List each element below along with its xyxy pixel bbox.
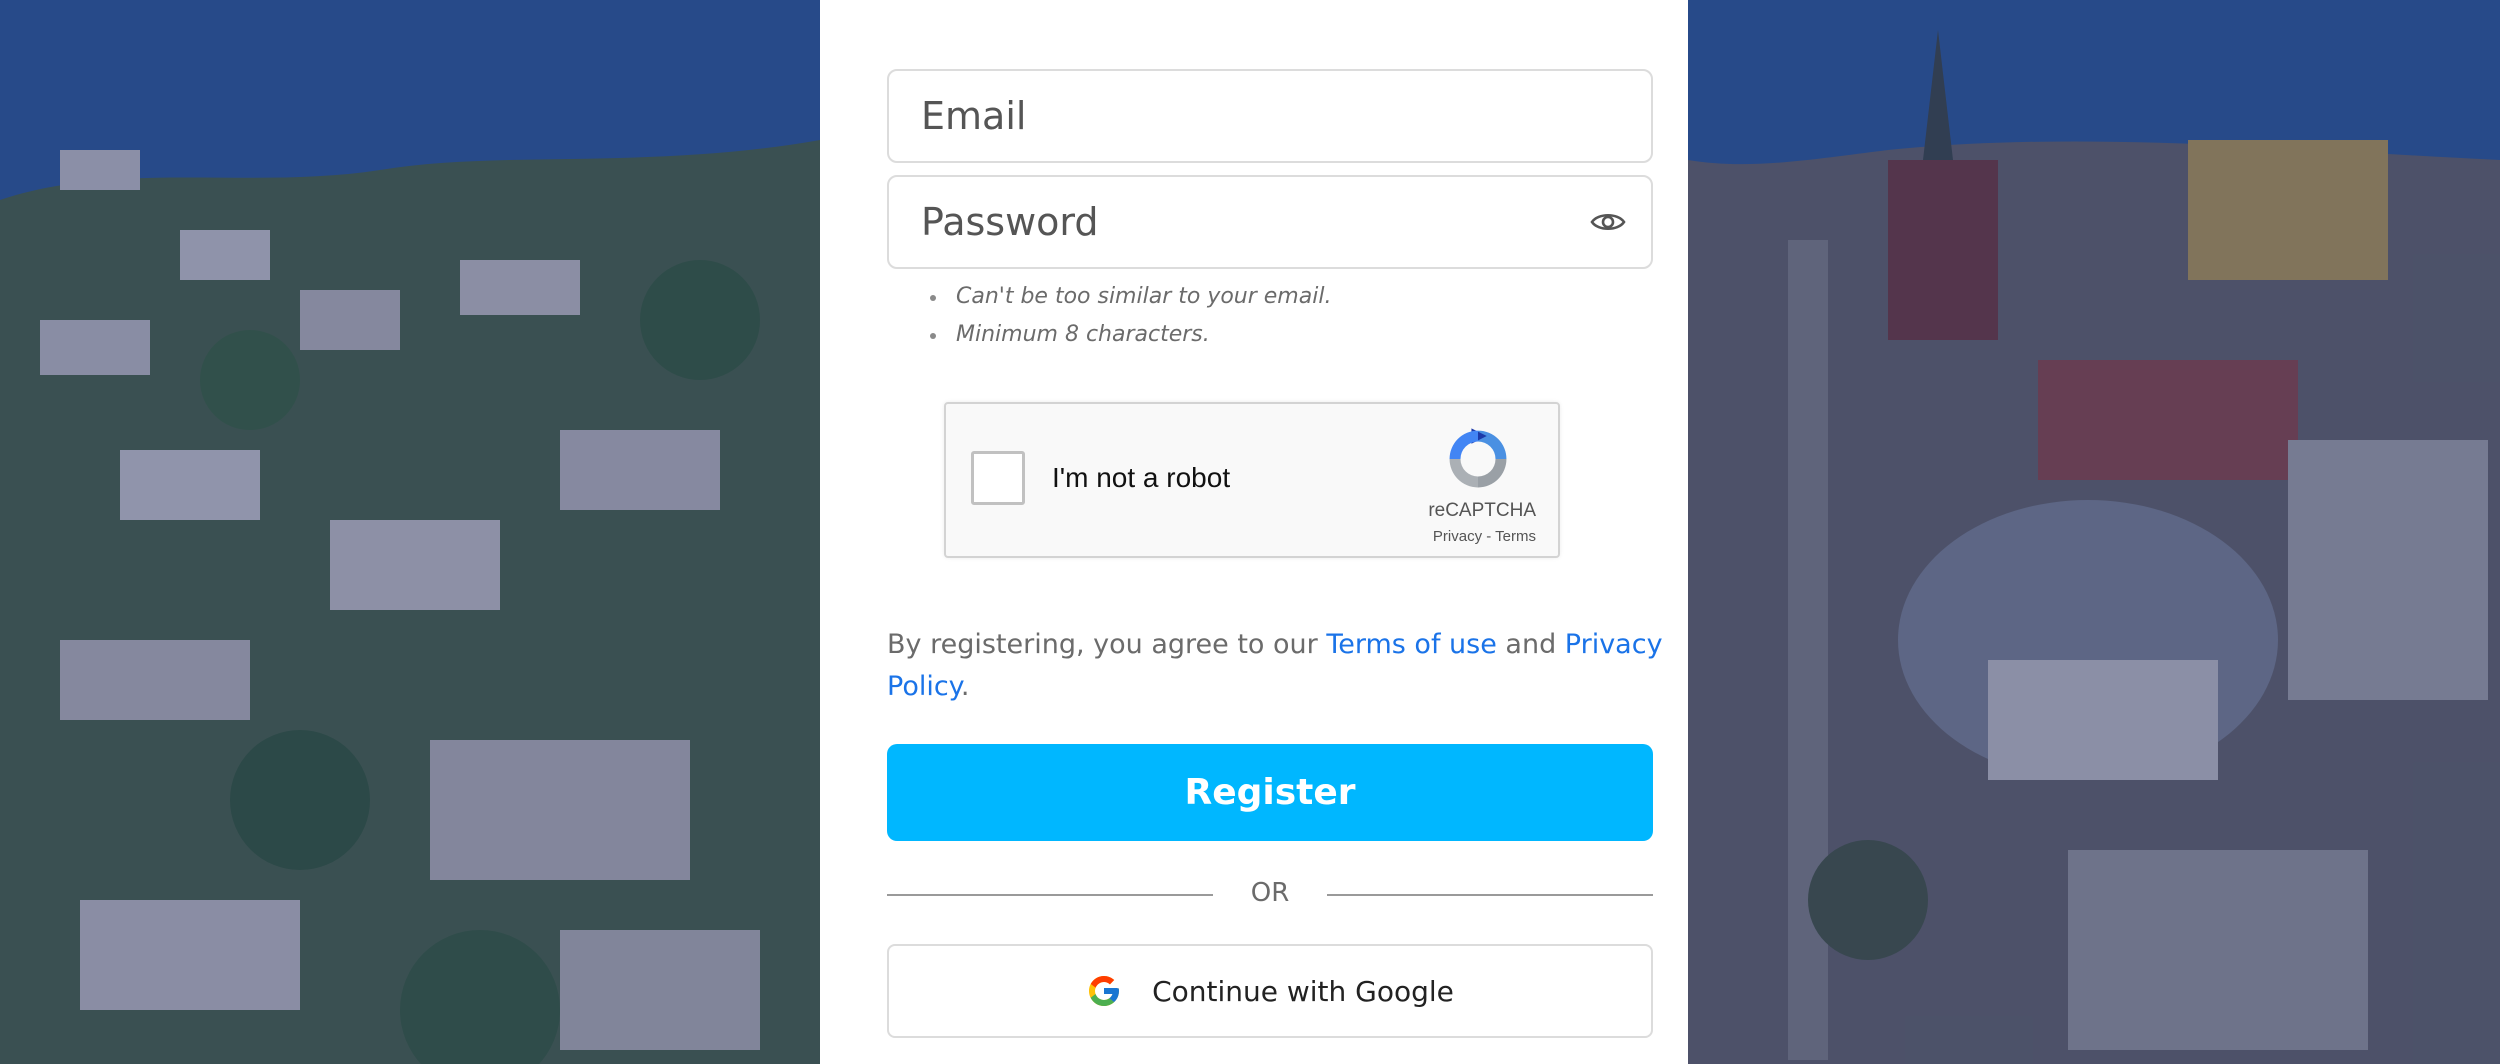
register-button[interactable]: Register bbox=[887, 744, 1653, 841]
recaptcha-links-separator: - bbox=[1482, 528, 1496, 545]
terms-notice: By registering, you agree to our Terms o… bbox=[887, 624, 1667, 708]
password-hint: Minimum 8 characters. bbox=[929, 316, 1331, 354]
recaptcha-icon bbox=[1449, 428, 1507, 488]
eye-icon[interactable] bbox=[1587, 201, 1629, 243]
recaptcha-terms-link[interactable]: Terms bbox=[1495, 528, 1536, 545]
registration-card: Can't be too similar to your email. Mini… bbox=[820, 0, 1688, 1064]
or-divider: OR bbox=[887, 872, 1653, 916]
recaptcha-links: Privacy - Terms bbox=[1433, 528, 1536, 545]
email-input[interactable] bbox=[921, 94, 1541, 138]
continue-with-google-button[interactable]: Continue with Google bbox=[887, 944, 1653, 1038]
recaptcha-brand: reCAPTCHA bbox=[1428, 500, 1536, 521]
terms-text-suffix: . bbox=[960, 671, 970, 702]
password-field-container bbox=[887, 175, 1653, 269]
password-hint: Can't be too similar to your email. bbox=[929, 278, 1331, 316]
email-field-container bbox=[887, 69, 1653, 163]
background-image-right bbox=[1688, 0, 2500, 1064]
terms-of-use-link[interactable]: Terms of use bbox=[1326, 629, 1497, 660]
recaptcha-widget: I'm not a robot reCAPTCHA Privacy - Term… bbox=[944, 402, 1560, 558]
recaptcha-label: I'm not a robot bbox=[1052, 462, 1231, 493]
recaptcha-checkbox[interactable] bbox=[971, 451, 1025, 505]
google-button-label: Continue with Google bbox=[1152, 974, 1454, 1008]
divider-line-right bbox=[1327, 894, 1653, 896]
divider-text: OR bbox=[1250, 878, 1290, 908]
google-icon bbox=[1089, 976, 1120, 1006]
password-input[interactable] bbox=[921, 200, 1541, 244]
recaptcha-privacy-link[interactable]: Privacy bbox=[1433, 528, 1482, 545]
background-image-left bbox=[0, 0, 820, 1064]
terms-text-prefix: By registering, you agree to our bbox=[887, 629, 1327, 660]
terms-text-middle: and bbox=[1496, 629, 1565, 660]
password-requirements: Can't be too similar to your email. Mini… bbox=[929, 278, 1331, 354]
